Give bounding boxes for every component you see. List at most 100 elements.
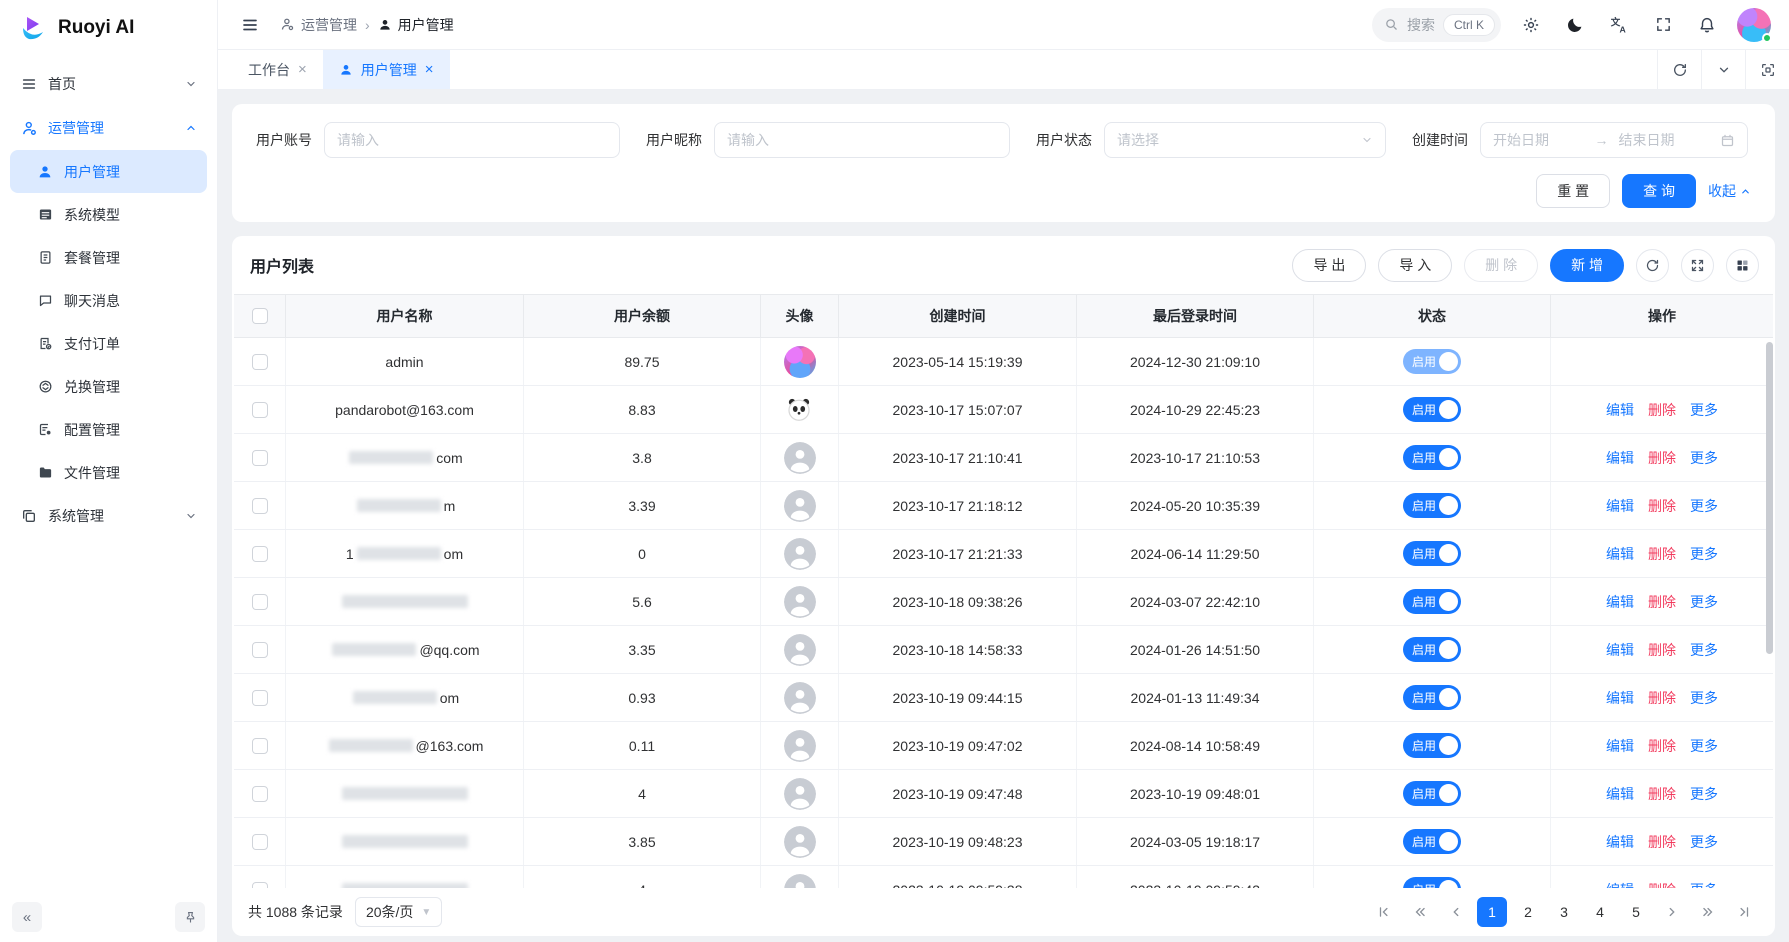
edit-link[interactable]: 编辑 [1606,592,1634,612]
sidebar-subitem[interactable]: 聊天消息 [10,279,207,322]
edit-link[interactable]: 编辑 [1606,880,1634,889]
edit-link[interactable]: 编辑 [1606,400,1634,420]
edit-link[interactable]: 编辑 [1606,496,1634,516]
more-link[interactable]: 更多 [1690,448,1718,468]
tab-options-chevron-icon[interactable] [1701,50,1745,89]
status-toggle[interactable]: 启用 [1403,781,1461,806]
user-avatar[interactable] [1737,8,1771,42]
tab-workbench[interactable]: 工作台 × [232,50,323,89]
sidebar-item-home[interactable]: 首页 [10,62,207,106]
status-toggle[interactable]: 启用 [1403,445,1461,470]
dark-mode-moon-icon[interactable] [1561,11,1589,39]
next-page-button[interactable] [1657,897,1687,927]
edit-link[interactable]: 编辑 [1606,544,1634,564]
delete-link[interactable]: 删除 [1648,592,1676,612]
gear-icon[interactable] [1517,11,1545,39]
delete-button[interactable]: 删 除 [1464,249,1538,282]
sidebar-item-system[interactable]: 系统管理 [10,494,207,538]
status-toggle[interactable]: 启用 [1403,685,1461,710]
status-toggle[interactable]: 启用 [1403,637,1461,662]
add-button[interactable]: 新 增 [1550,249,1624,282]
brand-logo[interactable]: Ruoyi AI [0,0,217,56]
page-number-button[interactable]: 3 [1549,897,1579,927]
page-number-button[interactable]: 2 [1513,897,1543,927]
row-checkbox[interactable] [252,594,268,610]
row-checkbox[interactable] [252,786,268,802]
more-link[interactable]: 更多 [1690,880,1718,889]
status-toggle[interactable]: 启用 [1403,829,1461,854]
hamburger-menu-icon[interactable] [236,11,264,39]
tab-user-management[interactable]: 用户管理 × [323,50,450,89]
next-10-pages-button[interactable] [1693,897,1723,927]
row-checkbox[interactable] [252,402,268,418]
close-icon[interactable]: × [298,62,307,77]
first-page-button[interactable] [1369,897,1399,927]
delete-link[interactable]: 删除 [1648,496,1676,516]
edit-link[interactable]: 编辑 [1606,736,1634,756]
row-checkbox[interactable] [252,690,268,706]
more-link[interactable]: 更多 [1690,640,1718,660]
breadcrumb-user-mgmt[interactable]: 用户管理 [378,15,454,35]
sidebar-item-operations[interactable]: 运营管理 [10,106,207,150]
row-checkbox[interactable] [252,738,268,754]
row-checkbox[interactable] [252,546,268,562]
status-toggle[interactable]: 启用 [1403,589,1461,614]
table-fullscreen-icon[interactable] [1681,249,1714,282]
export-button[interactable]: 导 出 [1292,249,1366,282]
delete-link[interactable]: 删除 [1648,736,1676,756]
more-link[interactable]: 更多 [1690,592,1718,612]
prev-10-pages-button[interactable] [1405,897,1435,927]
pin-icon[interactable] [175,902,205,932]
status-toggle[interactable]: 启用 [1403,877,1461,888]
row-checkbox[interactable] [252,450,268,466]
sidebar-subitem[interactable]: 文件管理 [10,451,207,494]
prev-page-button[interactable] [1441,897,1471,927]
delete-link[interactable]: 删除 [1648,640,1676,660]
more-link[interactable]: 更多 [1690,784,1718,804]
account-input[interactable] [324,122,620,158]
fullscreen-icon[interactable] [1649,11,1677,39]
row-checkbox[interactable] [252,834,268,850]
more-link[interactable]: 更多 [1690,544,1718,564]
more-link[interactable]: 更多 [1690,832,1718,852]
status-select[interactable]: 请选择 [1104,122,1386,158]
reset-button[interactable]: 重 置 [1536,174,1610,208]
delete-link[interactable]: 删除 [1648,832,1676,852]
row-checkbox[interactable] [252,642,268,658]
page-number-button[interactable]: 5 [1621,897,1651,927]
more-link[interactable]: 更多 [1690,400,1718,420]
search-button[interactable]: 查 询 [1622,174,1696,208]
page-number-button[interactable]: 1 [1477,897,1507,927]
row-checkbox[interactable] [252,882,268,889]
nickname-input[interactable] [714,122,1010,158]
page-size-select[interactable]: 20条/页 ▼ [355,897,442,927]
delete-link[interactable]: 删除 [1648,880,1676,889]
sidebar-subitem[interactable]: 配置管理 [10,408,207,451]
table-scrollbar[interactable] [1766,342,1773,654]
sidebar-subitem[interactable]: 系统模型 [10,193,207,236]
bell-icon[interactable] [1693,11,1721,39]
edit-link[interactable]: 编辑 [1606,640,1634,660]
global-search[interactable]: 搜索 Ctrl K [1372,8,1501,42]
edit-link[interactable]: 编辑 [1606,448,1634,468]
sidebar-subitem[interactable]: 支付订单 [10,322,207,365]
delete-link[interactable]: 删除 [1648,688,1676,708]
status-toggle[interactable]: 启用 [1403,733,1461,758]
refresh-tab-icon[interactable] [1657,50,1701,89]
sidebar-subitem[interactable]: 套餐管理 [10,236,207,279]
collapse-sidebar-button[interactable]: « [12,902,42,932]
delete-link[interactable]: 删除 [1648,784,1676,804]
close-icon[interactable]: × [425,62,434,77]
sidebar-subitem[interactable]: 兑换管理 [10,365,207,408]
breadcrumb-operations[interactable]: 运营管理 [280,15,357,35]
refresh-table-icon[interactable] [1636,249,1669,282]
delete-link[interactable]: 删除 [1648,544,1676,564]
status-toggle[interactable]: 启用 [1403,397,1461,422]
row-checkbox[interactable] [252,354,268,370]
more-link[interactable]: 更多 [1690,736,1718,756]
row-checkbox[interactable] [252,498,268,514]
edit-link[interactable]: 编辑 [1606,832,1634,852]
import-button[interactable]: 导 入 [1378,249,1452,282]
sidebar-subitem[interactable]: 用户管理 [10,150,207,193]
status-toggle[interactable]: 启用 [1403,541,1461,566]
